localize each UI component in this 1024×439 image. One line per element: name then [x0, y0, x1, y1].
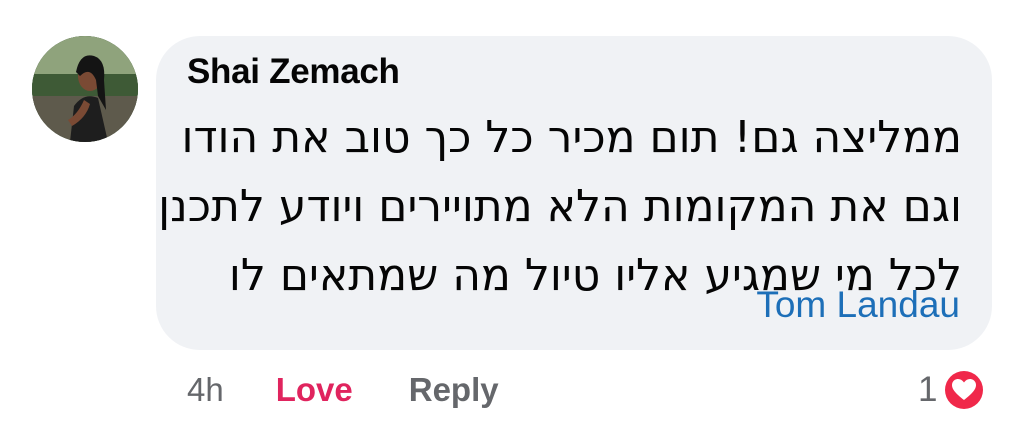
- comment-author[interactable]: Shai Zemach: [187, 52, 400, 92]
- reaction-count: 1: [918, 370, 938, 409]
- reaction-summary[interactable]: 1: [918, 364, 987, 416]
- comment-line: ממליצה גם! תום מכיר כל כך טוב את הודו: [181, 112, 962, 163]
- avatar[interactable]: [32, 36, 138, 142]
- heart-icon: [942, 368, 987, 412]
- comment-line: וגם את המקומות הלא מתויירים ויודע לתכנן: [158, 181, 962, 232]
- comment-text: ממליצה גם! תום מכיר כל כך טוב את הודו וג…: [158, 103, 962, 310]
- comment-timestamp[interactable]: 4h: [187, 371, 224, 409]
- comment-actions: 4h Love Reply: [187, 364, 499, 416]
- mention-link[interactable]: Tom Landau: [756, 284, 960, 326]
- love-button[interactable]: Love: [276, 371, 353, 409]
- avatar-photo: [32, 36, 138, 142]
- reply-button[interactable]: Reply: [409, 371, 499, 409]
